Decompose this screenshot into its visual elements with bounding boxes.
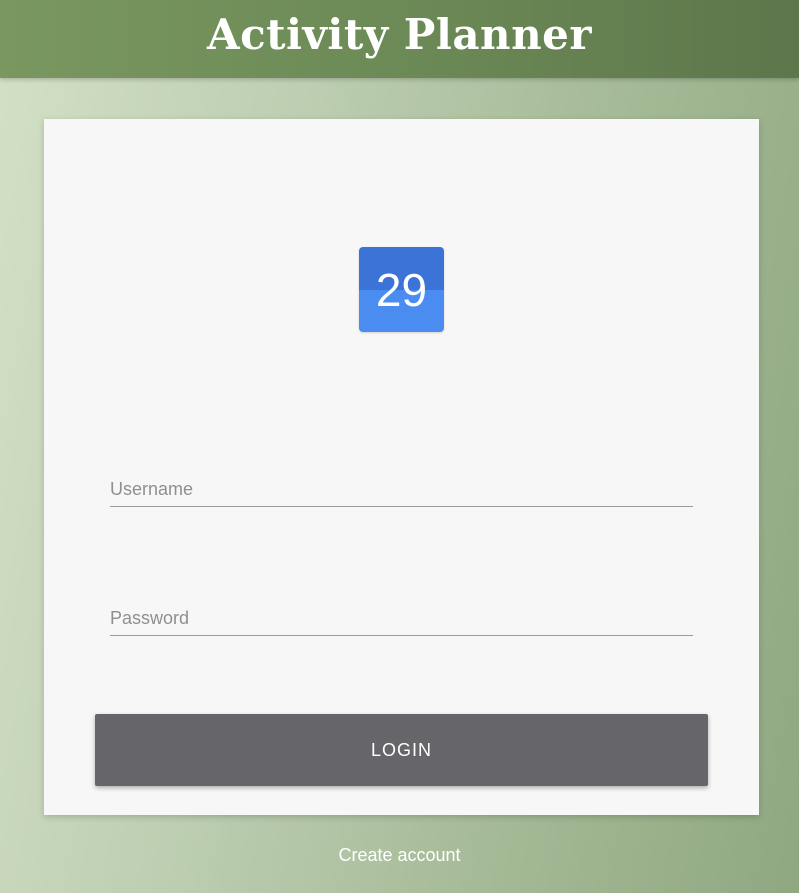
username-field-container	[110, 458, 693, 507]
login-button[interactable]: LOGIN	[95, 714, 708, 786]
app-header: Activity Planner	[0, 0, 799, 78]
password-input[interactable]	[110, 608, 693, 629]
create-account-link[interactable]: Create account	[0, 845, 799, 866]
calendar-day-number: 29	[375, 263, 428, 316]
app-title: Activity Planner	[207, 9, 592, 59]
calendar-icon: 29	[359, 247, 444, 332]
login-card: 29 LOGIN	[44, 119, 759, 815]
username-input[interactable]	[110, 479, 693, 500]
password-field-container	[110, 587, 693, 636]
